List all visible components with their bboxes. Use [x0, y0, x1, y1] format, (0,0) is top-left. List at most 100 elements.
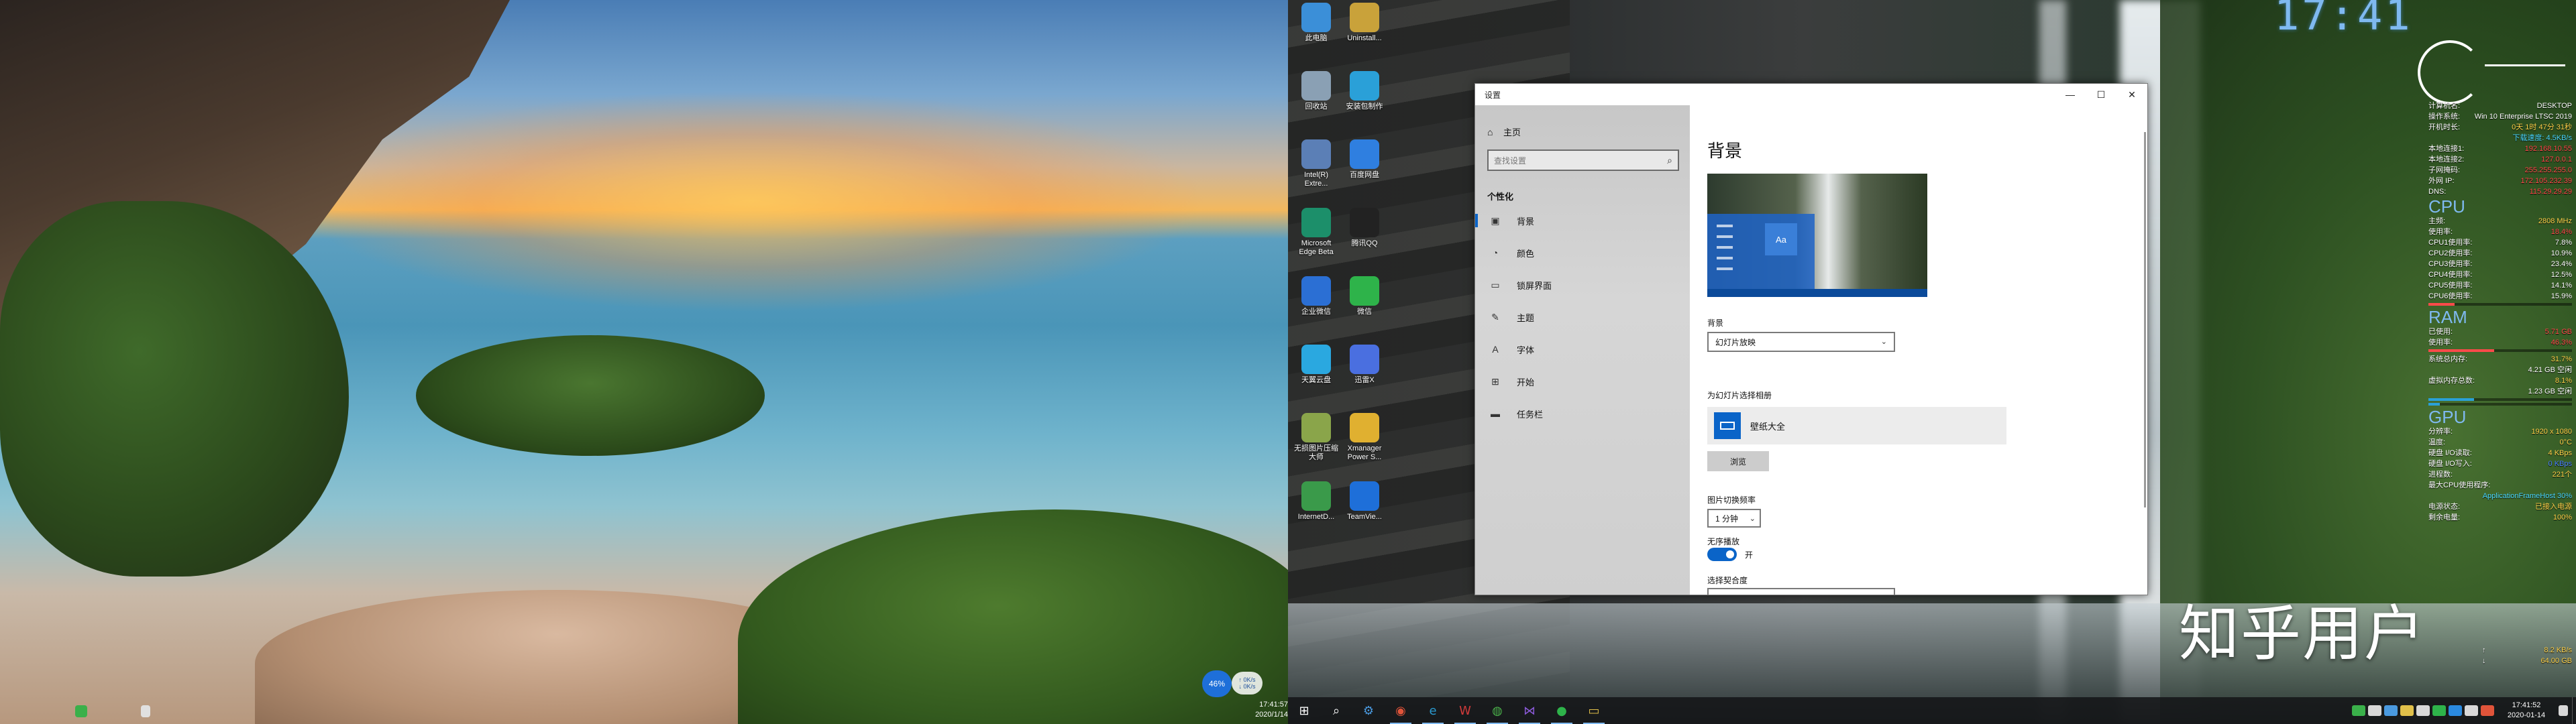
taskbar-clock[interactable]: 17:41:52 2020-01-14: [2496, 701, 2557, 721]
sysmon-value: 2808 MHz: [2538, 217, 2572, 225]
desktop-icon[interactable]: 此电脑: [1292, 3, 1340, 43]
tray-ime-icon[interactable]: [2481, 705, 2494, 716]
tray-volume-icon[interactable]: [2465, 705, 2478, 716]
sysmon-key: 分辨率:: [2428, 428, 2453, 436]
sysmon-value: 12.5%: [2551, 271, 2572, 279]
tray-network-icon[interactable]: [2416, 705, 2430, 716]
tray-usb-icon[interactable]: [2368, 705, 2381, 716]
nav-item-label: 颜色: [1517, 248, 1535, 259]
window-titlebar[interactable]: 设置 — ☐ ✕: [1475, 84, 2147, 105]
search-button[interactable]: ⌕: [1320, 697, 1352, 724]
settings-content: 背景 Aa 背景 幻灯片放映 ⌄ 为幻灯片选择相册 壁纸大全 浏览 图片切换频率…: [1690, 105, 2149, 595]
desktop-icon[interactable]: 天翼云盘: [1292, 345, 1340, 385]
desktop-icon[interactable]: Microsoft Edge Beta: [1292, 208, 1340, 257]
desktop-icon[interactable]: 迅雷X: [1340, 345, 1389, 385]
internet-download-icon: [1301, 481, 1331, 511]
network-speed-badge[interactable]: 46%: [1202, 670, 1232, 697]
sysmon-key: 主频:: [2428, 217, 2446, 225]
settings-window[interactable]: 设置 — ☐ ✕ ⌂ 主页 查找设置 ⌕ 个性化 ▣ 背景 ◔ 颜色 ▭ 锁屏界面 ✎ 主题 A…: [1474, 83, 2148, 595]
left-tray-app-icon[interactable]: [75, 705, 87, 717]
nav-item-start[interactable]: ⊞ 开始: [1475, 369, 1690, 394]
shuffle-toggle[interactable]: [1707, 548, 1737, 561]
sysmon-value: 31.7%: [2551, 355, 2572, 363]
sysmon-key: 进程数:: [2428, 471, 2453, 479]
sysmon-row: 硬盘 I/O读取: 4 KBps: [2428, 448, 2572, 459]
close-button[interactable]: ✕: [2116, 84, 2147, 105]
minimize-button[interactable]: —: [2055, 84, 2086, 105]
shuffle-state: 开: [1745, 550, 1754, 560]
start-icon: ⊞: [1491, 375, 1499, 387]
sysmon-row: 分辨率: 1920 x 1080: [2428, 426, 2572, 437]
left-taskbar-clock[interactable]: 17:41:57 2020/1/14: [1234, 700, 1288, 720]
background-preview: Aa: [1707, 174, 1927, 297]
nav-home[interactable]: ⌂ 主页: [1487, 125, 1521, 138]
content-scrollbar[interactable]: [2144, 132, 2146, 507]
sysmon-value: 115.29.29.29: [2529, 188, 2572, 196]
settings-search-input[interactable]: 查找设置 ⌕: [1487, 149, 1679, 171]
nav-item-taskbar[interactable]: ▬ 任务栏: [1475, 402, 1690, 426]
nav-item-palette[interactable]: ◔ 颜色: [1475, 241, 1690, 265]
interval-label: 图片切换频率: [1707, 495, 1756, 505]
desktop-icon-label: Intel(R) Extre...: [1303, 171, 1329, 188]
desktop-icon[interactable]: TeamVie...: [1340, 481, 1389, 522]
desktop-icon-label: 迅雷X: [1354, 376, 1375, 384]
settings-app[interactable]: ⚙: [1352, 697, 1385, 724]
nav-item-lock-screen[interactable]: ▭ 锁屏界面: [1475, 273, 1690, 297]
sysmon-row: 下载速度: 4.5KB/s: [2428, 133, 2572, 143]
sysmon-key: CPU6使用率:: [2428, 292, 2473, 300]
show-desktop-button[interactable]: [2572, 697, 2576, 724]
tray-qq-icon[interactable]: [2449, 705, 2462, 716]
sysmon-row: 进程数: 221个: [2428, 469, 2572, 480]
nav-item-label: 字体: [1517, 345, 1535, 355]
album-name: 壁纸大全: [1750, 421, 1786, 432]
tray-wechat-icon[interactable]: [2432, 705, 2446, 716]
fit-select[interactable]: [1707, 588, 1895, 595]
desktop-icon[interactable]: 微信: [1340, 276, 1389, 316]
album-folder-icon: [1714, 412, 1741, 439]
browser-app[interactable]: ◍: [1481, 697, 1513, 724]
maximize-button[interactable]: ☐: [2086, 84, 2116, 105]
sysmon-row: 最大CPU使用程序:: [2428, 480, 2572, 491]
tray-app-icon[interactable]: [2352, 705, 2365, 716]
desktop-icon[interactable]: 安装包制作: [1340, 71, 1389, 111]
desktop-icon[interactable]: Intel(R) Extre...: [1292, 139, 1340, 188]
tray-drive-icon[interactable]: [2400, 705, 2414, 716]
wechat-app[interactable]: ●: [1546, 697, 1578, 724]
qq-icon: [1350, 208, 1379, 237]
desktop-icon-label: 百度网盘: [1350, 171, 1379, 179]
desktop-icon[interactable]: 回收站: [1292, 71, 1340, 111]
explorer-app[interactable]: ▭: [1578, 697, 1610, 724]
notification-icon[interactable]: [2559, 705, 2568, 716]
wechat-icon: ●: [1556, 703, 1567, 718]
desktop-icon[interactable]: Uninstall...: [1340, 3, 1389, 43]
nav-item-brush[interactable]: ✎ 主题: [1475, 305, 1690, 329]
sysmon-row: 4.21 GB 空闲: [2428, 365, 2572, 375]
left-tray-device-icon[interactable]: [141, 705, 150, 717]
sysmon-key: 剩余电量:: [2428, 514, 2461, 522]
vs-app[interactable]: ⋈: [1513, 697, 1546, 724]
desktop-icon[interactable]: 企业微信: [1292, 276, 1340, 316]
edge-app[interactable]: e: [1417, 697, 1449, 724]
nav-item-picture[interactable]: ▣ 背景: [1475, 208, 1690, 233]
font-icon: A: [1492, 344, 1499, 355]
start-button[interactable]: ⊞: [1288, 697, 1320, 724]
tray-bluetooth-icon[interactable]: [2384, 705, 2398, 716]
interval-select[interactable]: 1 分钟 ⌄: [1707, 509, 1761, 528]
background-type-select[interactable]: 幻灯片放映 ⌄: [1707, 332, 1895, 352]
desktop-icon[interactable]: InternetD...: [1292, 481, 1340, 522]
album-item[interactable]: 壁纸大全: [1707, 407, 2006, 444]
desktop-icon[interactable]: Xmanager Power S...: [1340, 413, 1389, 462]
desktop-icon[interactable]: 腾讯QQ: [1340, 208, 1389, 248]
wallpaper-mid-rock: [416, 335, 765, 456]
wechat-icon: [1350, 276, 1379, 306]
chrome-app[interactable]: ◉: [1385, 697, 1417, 724]
desktop-icon[interactable]: 无损图片压缩大师: [1292, 413, 1340, 462]
wps-app[interactable]: W: [1449, 697, 1481, 724]
browse-button[interactable]: 浏览: [1707, 451, 1769, 471]
upload-speed: ↑ 0K/s: [1238, 676, 1256, 683]
network-total-widget: ↑ 8.2 KB/s ↓ 64.00 GB: [2482, 646, 2572, 665]
nav-item-font[interactable]: A 字体: [1475, 337, 1690, 361]
fit-label: 选择契合度: [1707, 576, 1748, 585]
sysmon-key: CPU5使用率:: [2428, 282, 2473, 290]
desktop-icon[interactable]: 百度网盘: [1340, 139, 1389, 180]
